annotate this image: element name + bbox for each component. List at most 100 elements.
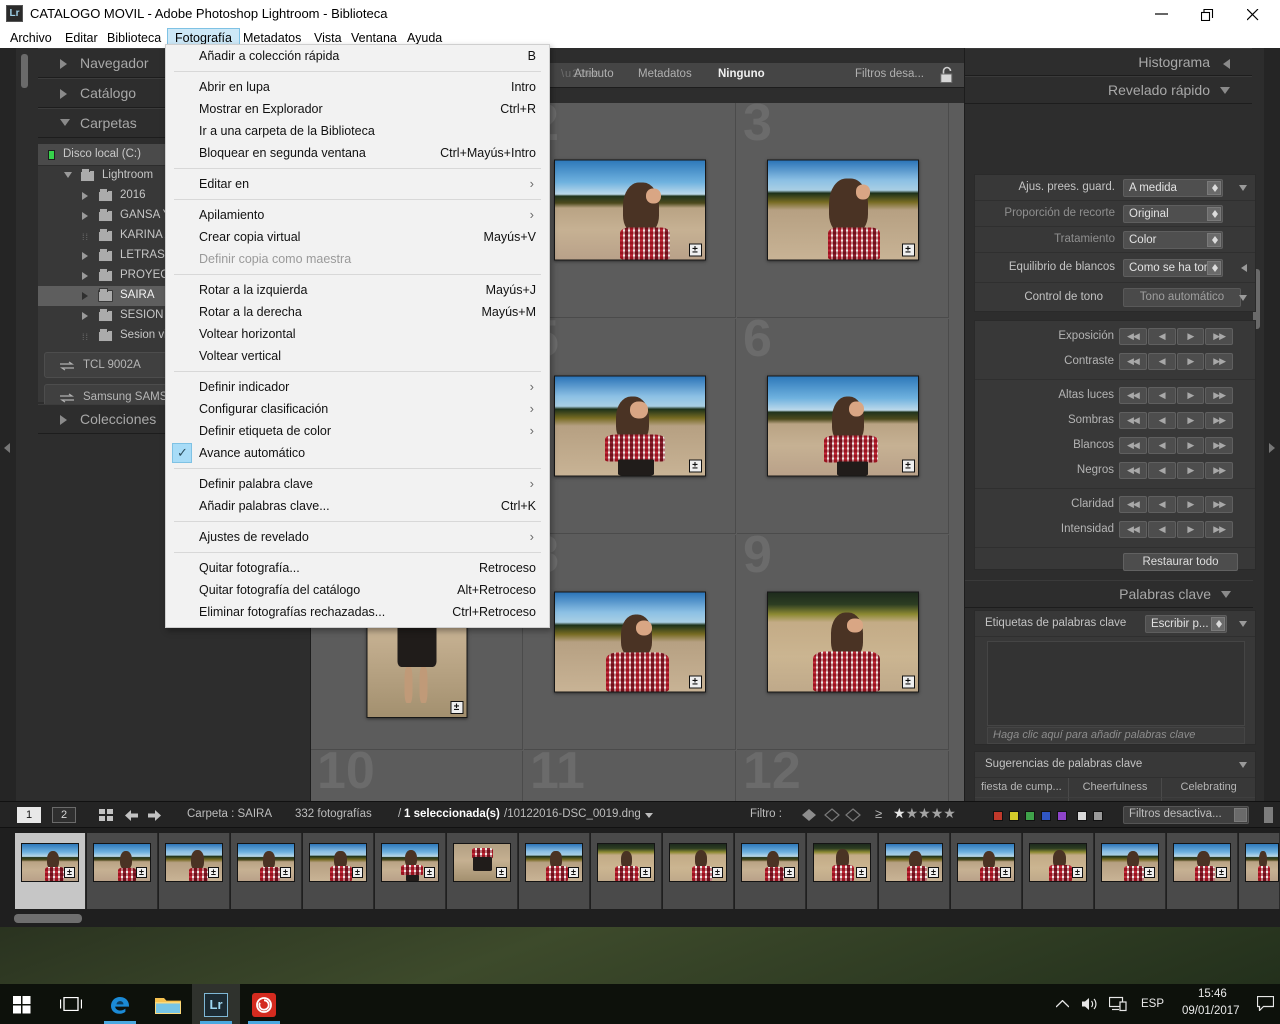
color-label-red[interactable] xyxy=(993,811,1003,821)
color-label-green[interactable] xyxy=(1025,811,1035,821)
filmstrip-item[interactable]: ± xyxy=(951,833,1022,909)
minimize-button[interactable] xyxy=(1140,0,1186,28)
folder-breadcrumb[interactable]: Carpeta : SAIRA xyxy=(187,808,272,820)
menu-item-mostrar-en-explorador[interactable]: Mostrar en Explorador Ctrl+R xyxy=(166,98,549,120)
develop-badge-icon[interactable]: ± xyxy=(856,867,867,878)
flag-filters-icon[interactable] xyxy=(799,806,869,824)
increase-button[interactable]: ▶ xyxy=(1176,412,1205,429)
develop-badge-icon[interactable]: ± xyxy=(450,701,463,714)
creative-cloud-button[interactable] xyxy=(240,984,288,1024)
filmstrip-thumbnail[interactable]: ± xyxy=(453,843,511,882)
spinner-icon[interactable] xyxy=(1207,207,1221,221)
develop-badge-icon[interactable]: ± xyxy=(688,243,702,257)
decrease-button[interactable]: ◀ xyxy=(1147,328,1176,345)
filmstrip-thumbnail[interactable]: ± xyxy=(597,843,655,882)
develop-badge-icon[interactable]: ± xyxy=(901,243,915,257)
develop-badge-icon[interactable]: ± xyxy=(928,867,939,878)
chevron-right-icon[interactable] xyxy=(82,312,88,320)
filmstrip-thumbnail[interactable] xyxy=(1245,843,1279,882)
menu-item-quitar-fotografia[interactable]: Quitar fotografía... Retroceso xyxy=(166,557,549,579)
filmstrip-thumbnail[interactable]: ± xyxy=(957,843,1015,882)
filmstrip-thumbnail[interactable]: ± xyxy=(525,843,583,882)
decrease-large-button[interactable]: ◀◀ xyxy=(1119,353,1147,370)
develop-badge-icon[interactable]: ± xyxy=(352,867,363,878)
filmstrip-item[interactable]: ± xyxy=(879,833,950,909)
left-scrollbar-thumb[interactable] xyxy=(21,54,28,88)
increase-large-button[interactable]: ▶▶ xyxy=(1205,521,1233,538)
grid-cell[interactable]: 8 ± xyxy=(524,529,736,750)
chevron-down-icon[interactable] xyxy=(64,172,72,182)
filmstrip-thumbnail[interactable]: ± xyxy=(165,843,223,882)
menu-item-anadir-palabras-clave[interactable]: Añadir palabras clave... Ctrl+K xyxy=(166,495,549,517)
chevron-down-icon[interactable] xyxy=(1239,621,1247,627)
filmstrip-item[interactable]: ± xyxy=(303,833,374,909)
filmstrip-item[interactable]: ± xyxy=(1167,833,1238,909)
filmstrip-thumbnail[interactable]: ± xyxy=(1173,843,1231,882)
increase-large-button[interactable]: ▶▶ xyxy=(1205,412,1233,429)
lightroom-button[interactable]: Lr xyxy=(192,984,240,1024)
menu-item-definir-etiqueta-color[interactable]: Definir etiqueta de color › xyxy=(166,420,549,442)
develop-badge-icon[interactable]: ± xyxy=(424,867,435,878)
suggestions-header-row[interactable]: Sugerencias de palabras clave xyxy=(975,752,1255,778)
filmstrip-item[interactable]: ± xyxy=(375,833,446,909)
star-icon[interactable]: ★ xyxy=(906,805,919,821)
increase-button[interactable]: ▶ xyxy=(1176,496,1205,513)
filmstrip-thumbnail[interactable]: ± xyxy=(1101,843,1159,882)
close-button[interactable] xyxy=(1232,0,1278,28)
filter-tab-atributo[interactable]: Atributo xyxy=(574,68,614,80)
reset-all-button[interactable]: Restaurar todo xyxy=(1123,553,1238,571)
menu-archivo[interactable]: Archivo xyxy=(3,28,59,48)
chevron-right-icon[interactable] xyxy=(82,192,88,200)
chevron-down-icon[interactable] xyxy=(1239,185,1247,191)
spinner-icon[interactable] xyxy=(1207,261,1221,275)
menu-item-eliminar-fotografias-rechazadas[interactable]: Eliminar fotografías rechazadas... Ctrl+… xyxy=(166,601,549,623)
filmstrip-thumbnail[interactable]: ± xyxy=(813,843,871,882)
filmstrip-item[interactable]: ± xyxy=(591,833,662,909)
develop-badge-icon[interactable]: ± xyxy=(64,867,75,878)
filmstrip-item[interactable]: ± xyxy=(1095,833,1166,909)
grid-cell[interactable]: 2 ± xyxy=(524,103,736,318)
menu-item-abrir-en-lupa[interactable]: Abrir en lupa Intro xyxy=(166,76,549,98)
rating-operator[interactable]: ≥ xyxy=(875,806,882,821)
language-button[interactable]: ESP xyxy=(1136,984,1170,1024)
volume-button[interactable] xyxy=(1076,984,1104,1024)
develop-badge-icon[interactable]: ± xyxy=(136,867,147,878)
star-icon[interactable]: ★ xyxy=(943,805,956,821)
suggestion-cell[interactable]: Cheerfulness xyxy=(1068,778,1163,798)
adjustment-stepper[interactable]: ◀◀ ◀ ▶ ▶▶ xyxy=(1119,462,1234,479)
develop-badge-icon[interactable]: ± xyxy=(1216,867,1227,878)
decrease-large-button[interactable]: ◀◀ xyxy=(1119,496,1147,513)
decrease-button[interactable]: ◀ xyxy=(1147,353,1176,370)
star-rating-filter[interactable]: ★★★★★ xyxy=(893,805,956,822)
menu-editar[interactable]: Editar xyxy=(58,28,105,48)
grid-cell[interactable]: 6 ± xyxy=(737,313,949,534)
left-panel-scrollbar[interactable] xyxy=(21,54,28,804)
menu-item-bloquear-segunda-ventana[interactable]: Bloquear en segunda ventana Ctrl+Mayús+I… xyxy=(166,142,549,164)
increase-button[interactable]: ▶ xyxy=(1176,437,1205,454)
filmstrip-item[interactable]: ± xyxy=(447,833,518,909)
filmstrip-thumbnail[interactable]: ± xyxy=(885,843,943,882)
spinner-icon[interactable] xyxy=(1207,233,1221,247)
filmstrip-item[interactable]: ± xyxy=(231,833,302,909)
keyword-input-area[interactable] xyxy=(987,641,1245,726)
menu-item-editar-en[interactable]: Editar en › xyxy=(166,173,549,195)
grid-toggle-icon[interactable] xyxy=(99,809,115,822)
develop-badge-icon[interactable]: ± xyxy=(1144,867,1155,878)
auto-tone-button[interactable]: Tono automático xyxy=(1123,288,1241,307)
filter-lock-toggle[interactable] xyxy=(1264,807,1273,823)
keywords-panel-header[interactable]: Palabras clave xyxy=(965,580,1253,608)
filter-preset-dropdown[interactable]: Filtros desa... xyxy=(855,68,924,80)
filmstrip-item[interactable]: ± xyxy=(663,833,734,909)
right-panel-collapse-tab[interactable] xyxy=(1264,48,1280,810)
develop-badge-icon[interactable]: ± xyxy=(208,867,219,878)
menu-item-rotar-izquierda[interactable]: Rotar a la izquierda Mayús+J xyxy=(166,279,549,301)
color-label-purple[interactable] xyxy=(1057,811,1067,821)
develop-badge-icon[interactable]: ± xyxy=(1072,867,1083,878)
photo-thumbnail[interactable]: ± xyxy=(766,591,919,693)
decrease-button[interactable]: ◀ xyxy=(1147,437,1176,454)
file-explorer-button[interactable] xyxy=(144,984,192,1024)
chevron-right-icon[interactable] xyxy=(82,212,88,220)
filmstrip-thumbnail[interactable]: ± xyxy=(309,843,367,882)
histogram-panel-header[interactable]: Histograma xyxy=(965,48,1252,76)
develop-badge-icon[interactable]: ± xyxy=(568,867,579,878)
